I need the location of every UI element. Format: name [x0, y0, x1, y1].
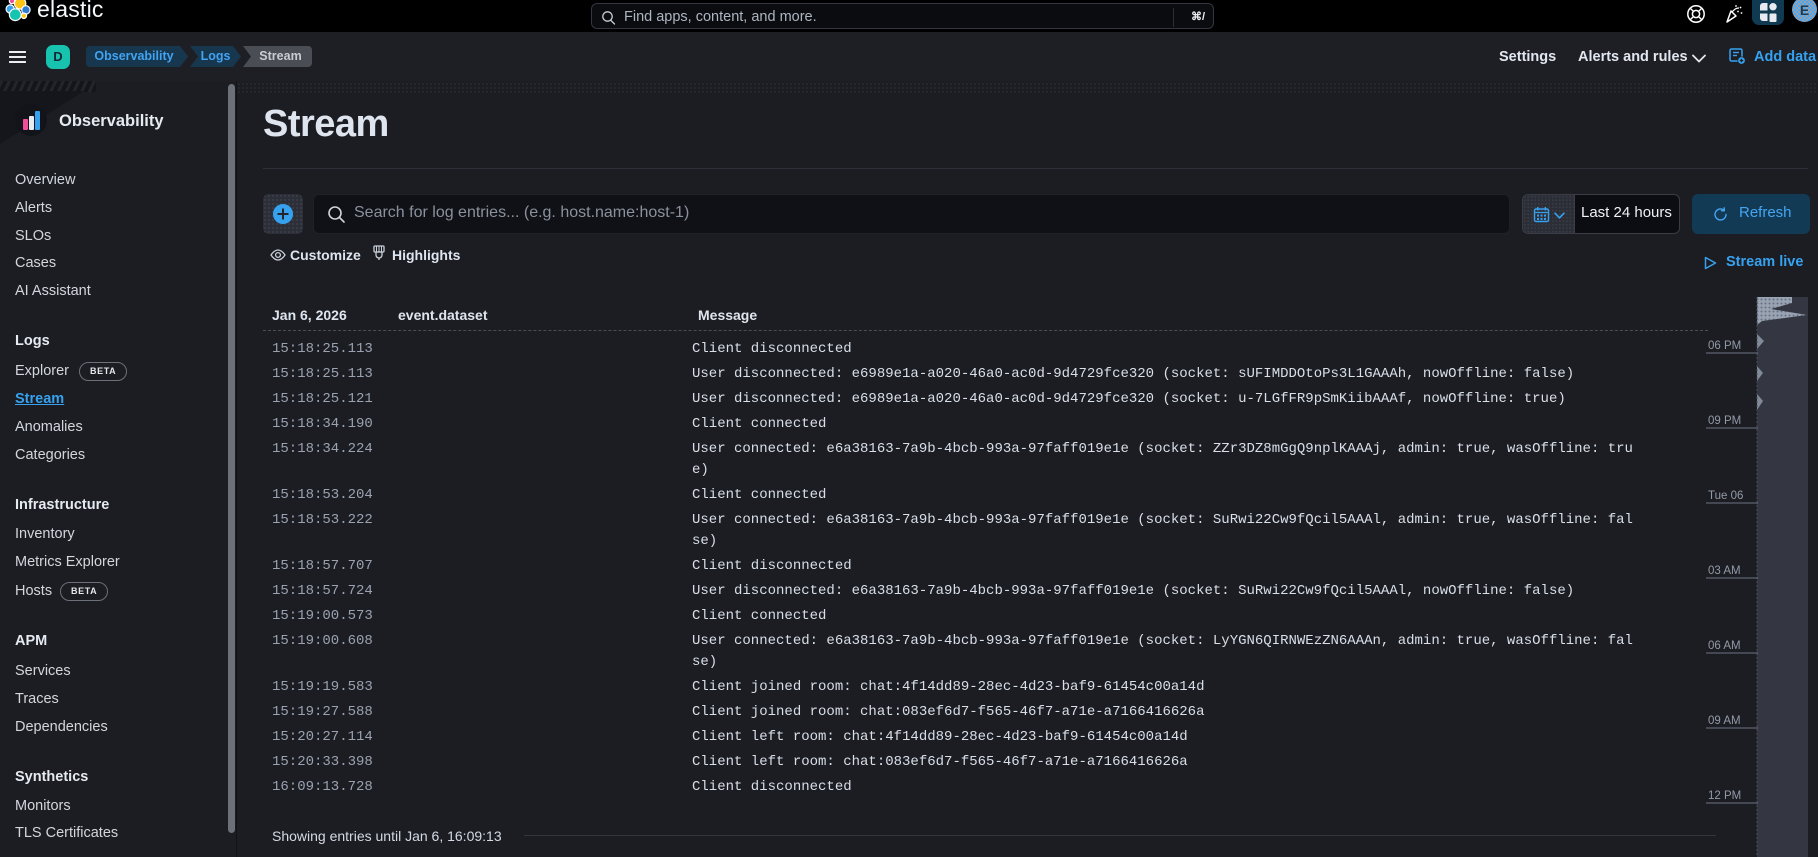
svg-text:06 AM: 06 AM — [1708, 640, 1741, 652]
svg-text:06 PM: 06 PM — [1708, 340, 1741, 352]
svg-text:09 PM: 09 PM — [1708, 415, 1741, 427]
svg-text:03 AM: 03 AM — [1708, 565, 1741, 577]
svg-text:Tue 06: Tue 06 — [1708, 490, 1743, 502]
svg-text:09 AM: 09 AM — [1708, 715, 1741, 727]
svg-text:12 PM: 12 PM — [1708, 790, 1741, 802]
